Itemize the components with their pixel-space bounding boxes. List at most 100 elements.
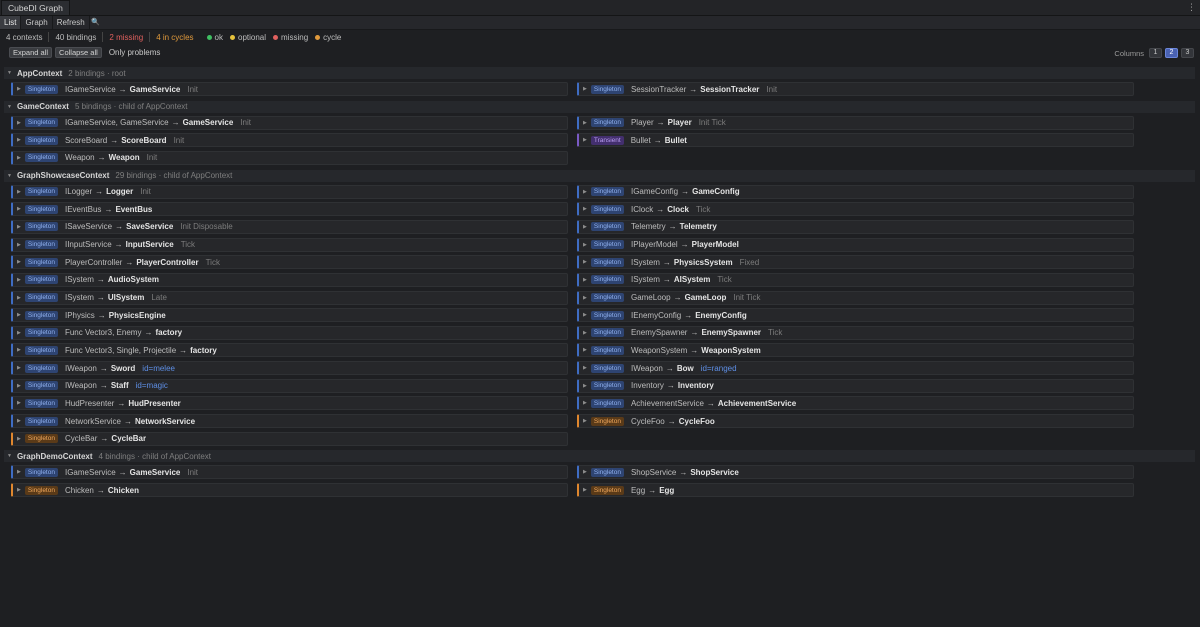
chevron-right-icon[interactable]: ▶ <box>17 259 21 265</box>
binding-row[interactable]: ▶ Singleton Player → Player Init Tick <box>577 115 1134 130</box>
binding-row[interactable]: ▶ Transient Bullet → Bullet <box>577 133 1134 148</box>
context-header[interactable]: ▼ GraphShowcaseContext 29 bindings · child… <box>4 169 1195 182</box>
chevron-right-icon[interactable]: ▶ <box>17 400 21 406</box>
chevron-right-icon[interactable]: ▶ <box>17 242 21 248</box>
search-icon[interactable]: 🔍 <box>90 16 102 29</box>
chevron-right-icon[interactable]: ▶ <box>583 365 587 371</box>
binding-row[interactable]: ▶ Singleton CycleFoo → CycleFoo <box>577 414 1134 429</box>
binding-row[interactable]: ▶ Singleton IPhysics → PhysicsEngine <box>11 308 568 323</box>
binding-row[interactable]: ▶ Singleton IEventBus → EventBus <box>11 202 568 217</box>
expand-all-button[interactable]: Expand all <box>9 47 53 58</box>
chevron-right-icon[interactable]: ▶ <box>583 224 587 230</box>
chevron-right-icon[interactable]: ▶ <box>583 277 587 283</box>
chevron-right-icon[interactable]: ▶ <box>583 418 587 424</box>
binding-row[interactable]: ▶ Singleton ISaveService → SaveService Init D… <box>11 219 568 234</box>
binding-row[interactable]: ▶ Singleton GameLoop → GameLoop Init Tick <box>577 290 1134 305</box>
chevron-right-icon[interactable]: ▶ <box>583 206 587 212</box>
columns-option-3[interactable]: 3 <box>1181 48 1194 58</box>
binding-row[interactable]: ▶ Singleton IWeapon → Bow id=ranged <box>577 361 1134 376</box>
chevron-right-icon[interactable]: ▶ <box>17 86 21 92</box>
binding-row[interactable]: ▶ Singleton ISystem → AudioSystem <box>11 272 568 287</box>
binding-row[interactable]: ▶ Singleton IGameService → GameService Init <box>11 465 568 480</box>
binding-row[interactable]: ▶ Singleton AchievementService → Achievement… <box>577 396 1134 411</box>
binding-row[interactable]: ▶ Singleton Weapon → Weapon Init <box>11 150 568 165</box>
columns-option-2[interactable]: 2 <box>1165 48 1178 58</box>
chevron-right-icon[interactable]: ▶ <box>17 347 21 353</box>
collapse-all-button[interactable]: Collapse all <box>55 47 102 58</box>
chevron-right-icon[interactable]: ▶ <box>583 259 587 265</box>
binding-row[interactable]: ▶ Singleton PlayerController → PlayerControl… <box>11 255 568 270</box>
binding-row[interactable]: ▶ Singleton CycleBar → CycleBar <box>11 431 568 446</box>
binding-row[interactable]: ▶ Singleton NetworkService → NetworkService <box>11 414 568 429</box>
binding-row[interactable]: ▶ Singleton ISystem → UISystem Late <box>11 290 568 305</box>
kebab-menu-icon[interactable]: ⋮ <box>1187 2 1196 12</box>
binding-row[interactable]: ▶ Singleton IWeapon → Sword id=melee <box>11 361 568 376</box>
context-header[interactable]: ▼ AppContext 2 bindings · root <box>4 67 1195 79</box>
refresh-button[interactable]: Refresh <box>53 16 90 29</box>
binding-row[interactable]: ▶ Singleton ILogger → Logger Init <box>11 184 568 199</box>
context-header[interactable]: ▼ GraphDemoContext 4 bindings · child of A… <box>4 450 1195 463</box>
chevron-right-icon[interactable]: ▶ <box>17 436 21 442</box>
binding-row[interactable]: ▶ Singleton IPlayerModel → PlayerModel <box>577 237 1134 252</box>
chevron-down-icon[interactable]: ▼ <box>7 70 12 76</box>
columns-option-1[interactable]: 1 <box>1149 48 1162 58</box>
chevron-right-icon[interactable]: ▶ <box>17 469 21 475</box>
binding-row[interactable]: ▶ Singleton Chicken → Chicken <box>11 483 568 497</box>
binding-row[interactable]: ▶ Singleton IGameConfig → GameConfig <box>577 184 1134 199</box>
binding-row[interactable]: ▶ Singleton EnemySpawner → EnemySpawner Tick <box>577 325 1134 340</box>
chevron-right-icon[interactable]: ▶ <box>17 206 21 212</box>
chevron-right-icon[interactable]: ▶ <box>583 120 587 126</box>
chevron-right-icon[interactable]: ▶ <box>17 189 21 195</box>
binding-row[interactable]: ▶ Singleton IEnemyConfig → EnemyConfig <box>577 308 1134 323</box>
binding-row[interactable]: ▶ Singleton Inventory → Inventory <box>577 378 1134 393</box>
list-view-button[interactable]: List <box>0 16 22 29</box>
chevron-right-icon[interactable]: ▶ <box>17 383 21 389</box>
chevron-right-icon[interactable]: ▶ <box>17 365 21 371</box>
chevron-right-icon[interactable]: ▶ <box>17 330 21 336</box>
chevron-right-icon[interactable]: ▶ <box>17 295 21 301</box>
only-problems-toggle[interactable]: Only problems <box>109 48 161 57</box>
binding-row[interactable]: ▶ Singleton ScoreBoard → ScoreBoard Init <box>11 133 568 148</box>
binding-row[interactable]: ▶ Singleton Telemetry → Telemetry <box>577 219 1134 234</box>
graph-view-button[interactable]: Graph <box>21 16 53 29</box>
chevron-right-icon[interactable]: ▶ <box>17 487 21 493</box>
binding-row[interactable]: ▶ Singleton IGameService, GameService → Game… <box>11 115 568 130</box>
chevron-right-icon[interactable]: ▶ <box>583 400 587 406</box>
chevron-right-icon[interactable]: ▶ <box>583 312 587 318</box>
binding-row[interactable]: ▶ Singleton IWeapon → Staff id=magic <box>11 378 568 393</box>
binding-row[interactable]: ▶ Singleton IClock → Clock Tick <box>577 202 1134 217</box>
chevron-right-icon[interactable]: ▶ <box>583 469 587 475</box>
binding-row[interactable]: ▶ Singleton HudPresenter → HudPresenter <box>11 396 568 411</box>
chevron-right-icon[interactable]: ▶ <box>17 312 21 318</box>
binding-row[interactable]: ▶ Singleton Func Vector3, Single, Projecti… <box>11 343 568 358</box>
chevron-down-icon[interactable]: ▼ <box>7 173 12 179</box>
chevron-right-icon[interactable]: ▶ <box>583 295 587 301</box>
binding-row[interactable]: ▶ Singleton Func Vector3, Enemy → factory <box>11 325 568 340</box>
chevron-right-icon[interactable]: ▶ <box>583 487 587 493</box>
binding-row[interactable]: ▶ Singleton WeaponSystem → WeaponSystem <box>577 343 1134 358</box>
chevron-right-icon[interactable]: ▶ <box>583 347 587 353</box>
binding-row[interactable]: ▶ Singleton Egg → Egg <box>577 483 1134 497</box>
chevron-right-icon[interactable]: ▶ <box>583 86 587 92</box>
chevron-right-icon[interactable]: ▶ <box>17 277 21 283</box>
chevron-right-icon[interactable]: ▶ <box>583 242 587 248</box>
binding-row[interactable]: ▶ Singleton ShopService → ShopService <box>577 465 1134 480</box>
window-tab[interactable]: CubeDI Graph <box>1 0 70 15</box>
chevron-right-icon[interactable]: ▶ <box>17 418 21 424</box>
chevron-down-icon[interactable]: ▼ <box>7 104 12 110</box>
chevron-right-icon[interactable]: ▶ <box>583 137 587 143</box>
binding-row[interactable]: ▶ Singleton SessionTracker → SessionTracker I… <box>577 82 1134 96</box>
chevron-down-icon[interactable]: ▼ <box>7 453 12 459</box>
binding-row[interactable]: ▶ Singleton ISystem → PhysicsSystem Fixed <box>577 255 1134 270</box>
binding-row[interactable]: ▶ Singleton IGameService → GameService Init <box>11 82 568 96</box>
chevron-right-icon[interactable]: ▶ <box>17 224 21 230</box>
chevron-right-icon[interactable]: ▶ <box>583 189 587 195</box>
chevron-right-icon[interactable]: ▶ <box>583 330 587 336</box>
binding-row[interactable]: ▶ Singleton IInputService → InputService Tick <box>11 237 568 252</box>
context-header[interactable]: ▼ GameContext 5 bindings · child of AppCon… <box>4 100 1195 113</box>
chevron-right-icon[interactable]: ▶ <box>17 120 21 126</box>
chevron-right-icon[interactable]: ▶ <box>17 137 21 143</box>
chevron-right-icon[interactable]: ▶ <box>583 383 587 389</box>
binding-row[interactable]: ▶ Singleton ISystem → AISystem Tick <box>577 272 1134 287</box>
chevron-right-icon[interactable]: ▶ <box>17 155 21 161</box>
